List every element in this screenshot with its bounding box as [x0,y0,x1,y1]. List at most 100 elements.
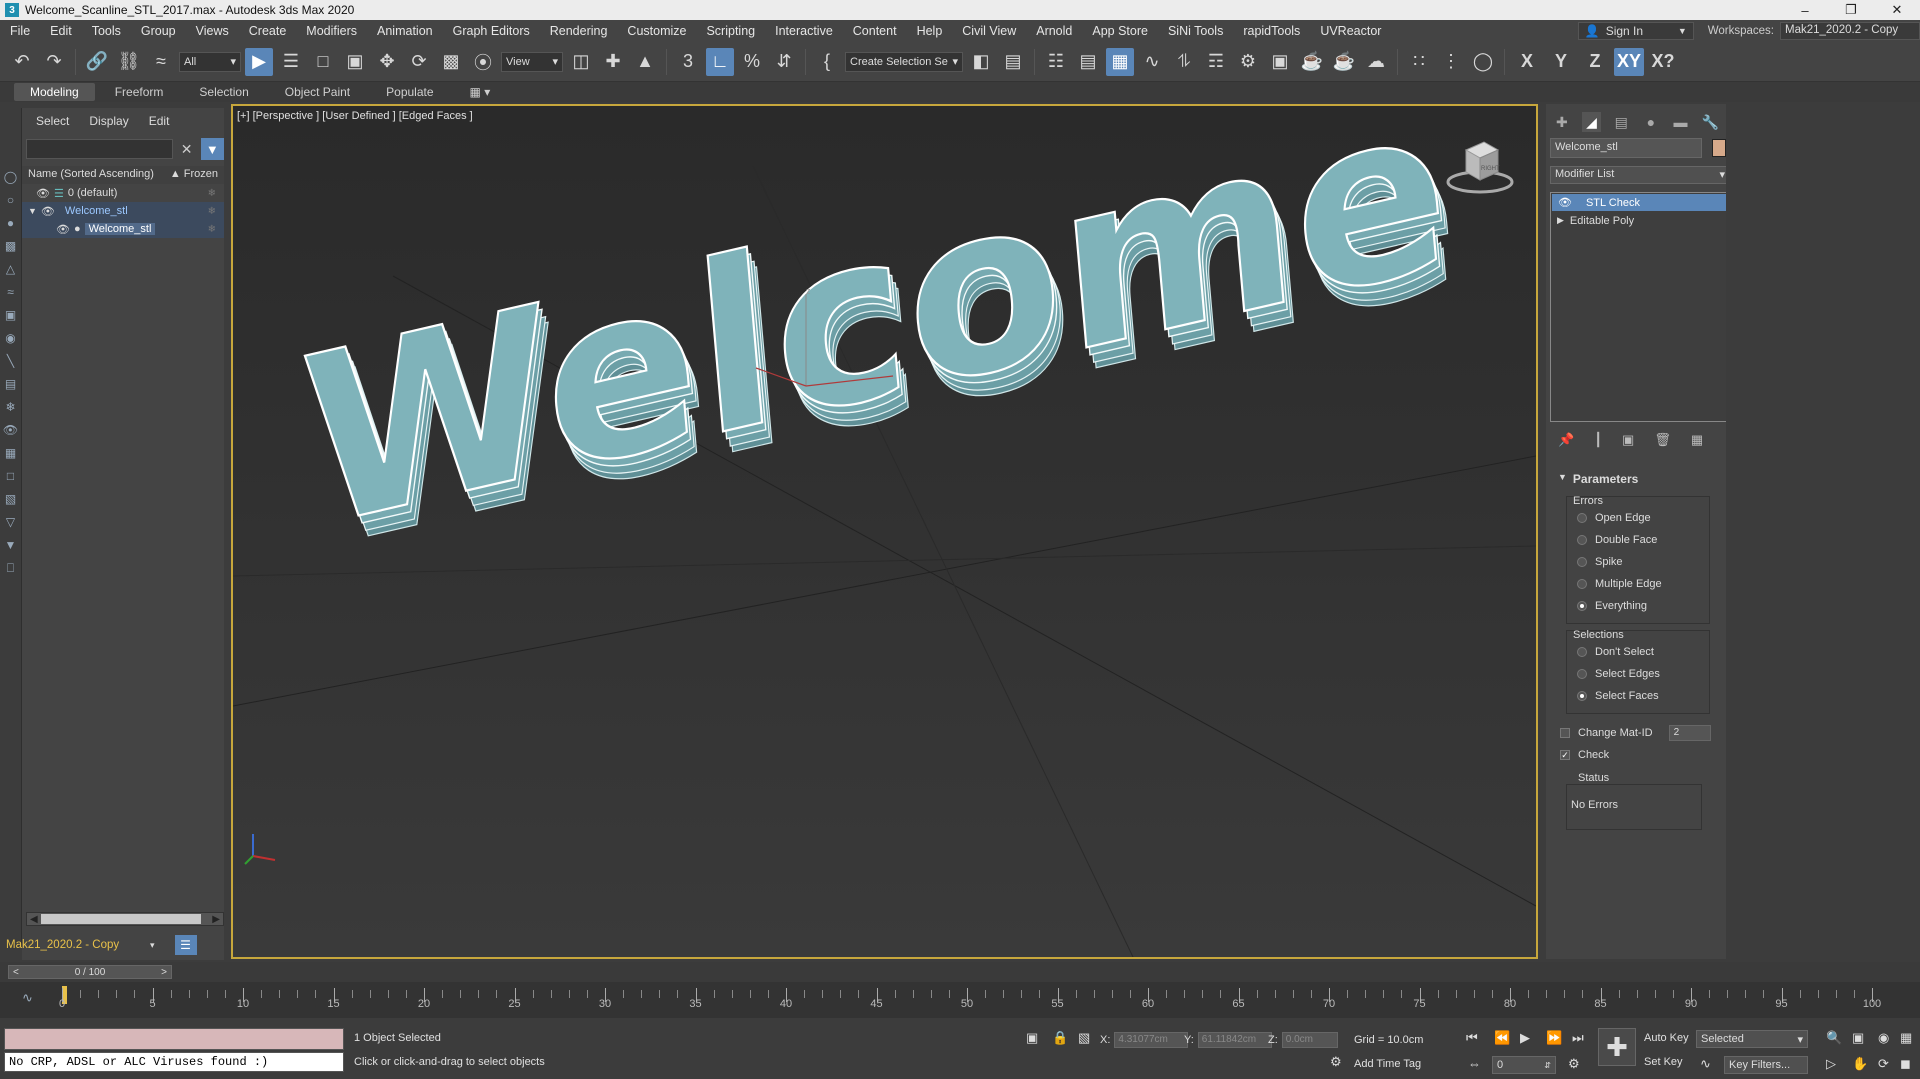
placement-icon[interactable]: ⦿ [469,48,497,76]
current-layer-name[interactable]: Mak21_2020.2 - Copy [6,939,146,951]
radio-double-face[interactable]: Double Face [1567,529,1709,551]
render-setup-icon[interactable]: ⚙ [1234,48,1262,76]
goto-end-icon[interactable]: ⏭ [1572,1030,1584,1046]
filter-funnel-icon[interactable]: ▽ [3,513,19,531]
maxscript-listener-output[interactable]: No CRP, ADSL or ALC Viruses found :) [4,1052,344,1072]
time-config-icon[interactable]: ⚙ [1568,1056,1580,1072]
menu-edit[interactable]: Edit [40,24,82,38]
chevron-down-icon[interactable]: ▾ [150,940,155,951]
filter-icon[interactable]: ▼ [3,536,19,554]
filter-icon[interactable]: ▼ [200,138,224,160]
motion-tab-icon[interactable]: ● [1641,112,1661,132]
set-key-button[interactable]: Set Key [1644,1056,1683,1068]
change-matid-checkbox[interactable] [1560,728,1570,738]
zoom-all-icon[interactable]: ▣ [1852,1030,1864,1046]
make-unique-icon[interactable]: ▣ [1622,432,1634,448]
perspective-viewport[interactable]: [+] [Perspective ] [User Defined ] [Edge… [231,104,1538,959]
invert-display-icon[interactable]: ▧ [3,490,19,508]
utilities-tab-icon[interactable]: 🔧 [1700,112,1720,132]
select-manipulate-icon[interactable]: ✚ [599,48,627,76]
mini-curve-editor-icon[interactable]: ∿ [22,990,33,1006]
object-name-field[interactable]: Welcome_stl [1550,138,1703,158]
hidden-filter-icon[interactable]: 👁 [3,421,19,439]
default-tangent-icon[interactable]: ∿ [1700,1056,1711,1072]
select-object-icon[interactable]: ▶ [245,47,273,76]
menu-animation[interactable]: Animation [367,24,443,38]
coord-y-field[interactable]: 61.11842cm [1197,1032,1272,1048]
minimize-button[interactable]: – [1782,0,1828,20]
snaps-toggle-icon[interactable]: 3 [674,48,702,76]
menu-rapidtools[interactable]: rapidTools [1233,24,1310,38]
rect-selection-icon[interactable]: □ [309,48,337,76]
tab-modeling[interactable]: Modeling [14,83,95,101]
key-selection-dropdown[interactable]: Selected ▾ [1696,1030,1808,1048]
group-filter-icon[interactable]: ▣ [3,306,19,324]
next-frame-icon[interactable]: > [161,967,167,978]
camera-filter-icon[interactable]: ▩ [3,237,19,255]
scale-icon[interactable]: ▩ [437,48,465,76]
radio-everything[interactable]: Everything [1567,595,1709,617]
percent-snap-icon[interactable]: % [738,48,766,76]
explorer-menu-edit[interactable]: Edit [149,114,170,134]
render-production-icon[interactable]: ☕ [1298,48,1326,76]
geometry-filter-icon[interactable]: ◯ [3,168,19,186]
radio-spike[interactable]: Spike [1567,551,1709,573]
frozen-icon[interactable]: ❄ [208,188,216,199]
visibility-eye-icon[interactable]: 👁 [36,187,50,200]
visibility-eye-icon[interactable]: 👁 [56,223,70,236]
schematic-view-icon[interactable]: ⥮ [1170,48,1198,76]
render-in-cloud-icon[interactable]: ☁ [1362,48,1390,76]
lock-icon[interactable]: ⎕ [3,559,19,577]
field-of-view-icon[interactable]: ▷ [1826,1056,1836,1072]
snap-grid-icon[interactable]: ⋮ [1437,48,1465,76]
toggle-ribbon-icon[interactable]: ▤ [1074,48,1102,76]
helper-filter-icon[interactable]: △ [3,260,19,278]
dashed-circle-icon[interactable]: ◯ [1469,48,1497,76]
radio-select-faces[interactable]: Select Faces [1567,685,1709,707]
radio-multiple-edge[interactable]: Multiple Edge [1567,573,1709,595]
menu-app-store[interactable]: App Store [1082,24,1158,38]
scroll-right-icon[interactable]: ▶ [212,914,220,925]
xref-filter-icon[interactable]: ◉ [3,329,19,347]
radio-select-edges[interactable]: Select Edges [1567,663,1709,685]
modifier-list-dropdown[interactable]: Modifier List ▾ [1550,166,1730,184]
auto-key-button[interactable]: Auto Key [1644,1032,1689,1044]
expand-triangle-icon[interactable]: ▶ [1557,215,1564,226]
prev-key-icon[interactable]: ⏪ [1494,1030,1510,1046]
scene-explorer-icon[interactable]: ▦ [1106,47,1134,76]
explorer-horizontal-scrollbar[interactable]: ◀ ▶ [26,912,224,926]
parameters-rollout-header[interactable]: ▼ Parameters [1550,468,1724,490]
viewcube[interactable]: RIGHT [1440,130,1520,200]
visibility-eye-icon[interactable]: 👁 [41,205,55,218]
timeline-ruler[interactable]: 0 5 10 15 20 25 30 35 40 45 50 55 60 65 70 75 80 85 90 95 10… [59,982,1881,1018]
menu-group[interactable]: Group [131,24,186,38]
unlink-icon[interactable]: ⛓ [115,48,143,76]
time-slider[interactable]: < 0 / 100 > [8,965,172,979]
scrollbar-thumb[interactable] [41,914,201,924]
sign-in-dropdown[interactable]: 👤 Sign In ▼ [1577,22,1694,40]
display-tab-icon[interactable]: ▬ [1671,112,1691,132]
shape-filter-icon[interactable]: ○ [3,191,19,209]
spacewarp-filter-icon[interactable]: ≈ [3,283,19,301]
object-color-swatch[interactable] [1712,139,1726,157]
menu-content[interactable]: Content [843,24,907,38]
clear-icon[interactable]: ✕ [181,141,193,158]
tab-selection[interactable]: Selection [183,83,264,101]
maximize-viewport-icon[interactable]: ◼ [1900,1056,1911,1072]
rendered-frame-icon[interactable]: ▣ [1266,48,1294,76]
frozen-icon[interactable]: ❄ [208,206,216,217]
absolute-mode-icon[interactable]: ▧ [1078,1030,1090,1046]
menu-views[interactable]: Views [186,24,239,38]
tree-row-welcome-layer[interactable]: ▼ 👁 Welcome_stl ❄ [22,202,224,220]
stack-item-stl-check[interactable]: 👁 STL Check [1552,194,1730,211]
align-icon[interactable]: ▤ [999,48,1027,76]
container-filter-icon[interactable]: ▤ [3,375,19,393]
goto-start-icon[interactable]: ⏮ [1466,1030,1478,1046]
grid-icon[interactable]: ∷ [1405,48,1433,76]
menu-uvreactor[interactable]: UVReactor [1310,24,1391,38]
display-none-icon[interactable]: □ [3,467,19,485]
link-icon[interactable]: 🔗 [83,48,111,76]
viewport-label[interactable]: [+] [Perspective ] [User Defined ] [Edge… [237,110,473,122]
menu-scripting[interactable]: Scripting [696,24,765,38]
edit-named-selection-icon[interactable]: { [813,48,841,76]
